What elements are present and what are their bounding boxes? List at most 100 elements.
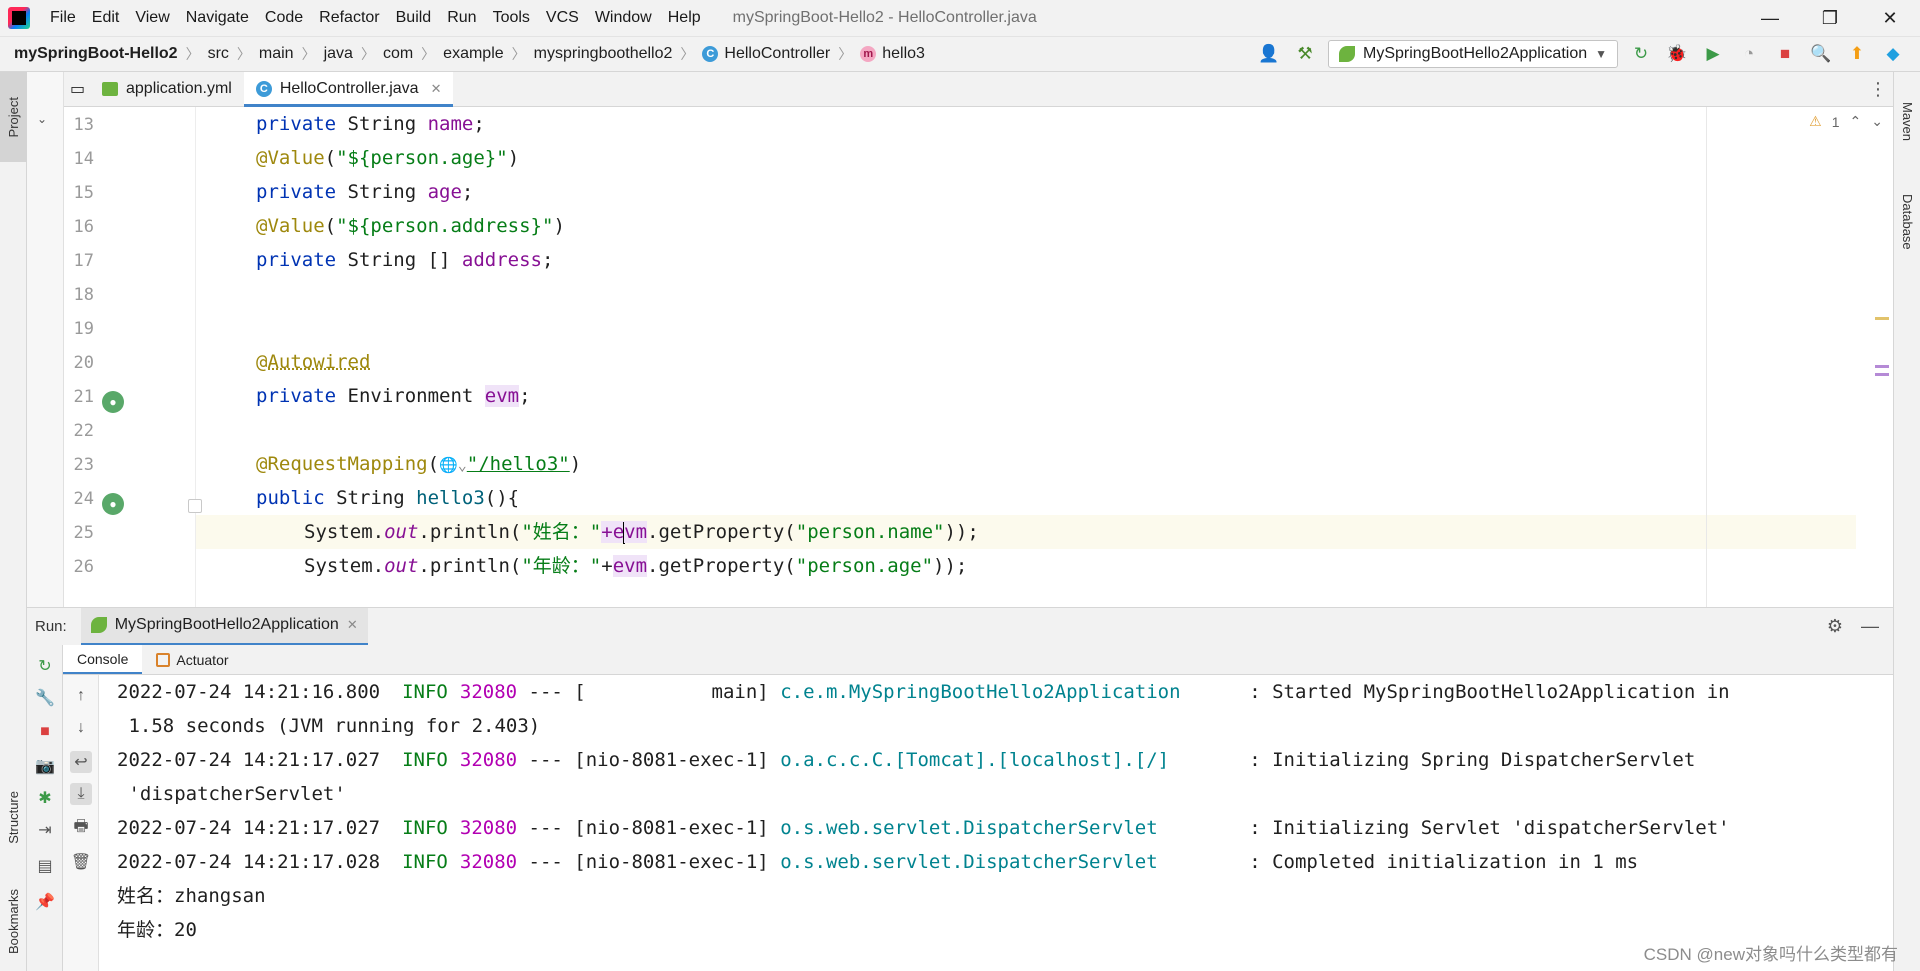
toolbar-right: 👤 ⚒ MySpringBootHello2Application ▼ ↻ 🐞 … (1256, 40, 1920, 68)
spring-boot-icon (1338, 46, 1355, 62)
update-icon[interactable]: ⬆ (1844, 41, 1870, 67)
menu-build[interactable]: Build (388, 9, 440, 27)
window-title: mySpringBoot-Hello2 - HelloController.ja… (732, 9, 1037, 26)
error-stripe-mark[interactable] (1875, 373, 1889, 376)
restore-icon[interactable]: ❐ (1800, 0, 1860, 36)
breadcrumb-example[interactable]: example (443, 45, 503, 63)
tab-console[interactable]: Console (63, 645, 143, 674)
actuator-tab-label: Actuator (176, 651, 229, 668)
line-number: 23 (73, 455, 94, 475)
tab-application-yml[interactable]: application.yml (90, 72, 244, 106)
code-line-26: System.out.println("年龄："+evm.getProperty… (304, 555, 968, 577)
maven-tool-tab[interactable]: Maven (1894, 82, 1920, 162)
profiler-icon[interactable]: ◔ (1736, 41, 1762, 67)
editor-tab-bar: ▭ application.yml C HelloController.java… (64, 72, 1893, 107)
build-hammer-icon[interactable]: ⚒ (1292, 41, 1318, 67)
arrow-down-icon[interactable]: ↓ (70, 717, 92, 739)
jetbrains-toolbox-icon[interactable]: ◆ (1880, 41, 1906, 67)
login-icon[interactable]: ⇥ (34, 819, 56, 841)
arrow-up-icon[interactable]: ↑ (70, 685, 92, 707)
right-tool-window-strip: Maven Database (1893, 72, 1920, 971)
log-line: 2022-07-24 14:21:17.028 INFO 32080 --- [ni… (117, 851, 1639, 873)
bookmarks-tool-tab[interactable]: Bookmarks (0, 872, 27, 971)
menu-edit[interactable]: Edit (84, 9, 128, 27)
tab-label: HelloController.java (279, 80, 419, 97)
tab-hellocontroller-java[interactable]: C HelloController.java ✕ (243, 72, 454, 107)
search-icon[interactable]: 🔍 (1808, 41, 1834, 67)
scroll-to-end-icon[interactable]: ⤓ (70, 783, 92, 805)
project-tool-tab[interactable]: Project (0, 72, 27, 162)
breadcrumb-method[interactable]: m hello3 (860, 45, 925, 63)
stop-icon[interactable]: ■ (34, 721, 56, 743)
menu-navigate[interactable]: Navigate (178, 9, 257, 27)
code-line-24: public String hello3(){ (256, 487, 520, 509)
line-number: 16 (73, 217, 94, 237)
breadcrumb-package[interactable]: myspringboothello2 (534, 45, 673, 63)
stop-icon[interactable]: ■ (1772, 41, 1798, 67)
breadcrumb-main[interactable]: main (259, 45, 294, 63)
close-tab-icon[interactable]: ✕ (431, 81, 442, 97)
trash-icon[interactable]: 🗑 (70, 851, 92, 873)
debug-icon[interactable]: ✱ (34, 787, 56, 809)
previous-highlight-icon[interactable]: ⌃ (1850, 113, 1862, 130)
soft-wrap-icon[interactable]: ↩ (70, 751, 92, 773)
code-line-21: private Environment evm; (256, 385, 531, 407)
breadcrumb-class[interactable]: C HelloController (702, 45, 830, 63)
menu-code[interactable]: Code (257, 9, 311, 27)
more-options-icon[interactable]: ⋮ (1863, 72, 1893, 106)
menu-view[interactable]: View (127, 9, 177, 27)
tab-actuator[interactable]: Actuator (142, 645, 242, 674)
request-mapping-icon[interactable]: ● (102, 493, 124, 515)
error-stripe-mark[interactable] (1875, 365, 1889, 368)
print-icon[interactable]: 🖶 (70, 817, 92, 839)
code-line-25: System.out.println("姓名："+evm.getProperty… (196, 515, 1856, 549)
inspection-widget[interactable]: ⚠ 1 ⌃ ⌄ (1809, 113, 1883, 130)
user-icon[interactable]: 👤 (1256, 41, 1282, 67)
code-editor[interactable]: 13 14 15 16 17 18 19 20 21 22 23 24 25 2… (64, 107, 1893, 607)
breadcrumb-project[interactable]: mySpringBoot-Hello2 (14, 45, 178, 63)
run-configuration-label: MySpringBootHello2Application (1362, 45, 1588, 62)
gear-icon[interactable]: ⚙ (1827, 616, 1843, 637)
layout-icon[interactable]: ▤ (34, 855, 56, 877)
chevron-right-icon: 〉 (838, 46, 853, 62)
menu-file[interactable]: File (42, 9, 84, 27)
hide-panel-icon[interactable]: — (1861, 616, 1879, 637)
csdn-watermark: CSDN @new对象吗什么类型都有 (1643, 945, 1898, 964)
camera-icon[interactable]: 📷 (34, 755, 56, 777)
log-line-continuation: 'dispatcherServlet' (117, 783, 346, 805)
close-tab-icon[interactable]: ✕ (347, 617, 358, 633)
error-stripe-mark[interactable] (1875, 317, 1889, 320)
console-output[interactable]: 2022-07-24 14:21:16.800 INFO 32080 --- [ m… (99, 675, 1893, 971)
debug-bug-icon[interactable]: 🐞 (1664, 41, 1690, 67)
spring-boot-icon (90, 617, 107, 633)
pin-icon[interactable]: 📌 (34, 891, 56, 913)
menu-run[interactable]: Run (439, 9, 484, 27)
minimize-icon[interactable]: — (1740, 0, 1800, 36)
run-configuration-select[interactable]: MySpringBootHello2Application ▼ (1327, 40, 1618, 68)
breadcrumb-com[interactable]: com (383, 45, 413, 63)
collapse-chevron-icon[interactable]: ⌄ (37, 112, 47, 126)
menu-vcs[interactable]: VCS (538, 9, 587, 27)
database-tool-tab[interactable]: Database (1894, 172, 1920, 272)
structure-tool-tab[interactable]: Structure (0, 762, 27, 872)
breadcrumb-src[interactable]: src (208, 45, 229, 63)
rerun-icon[interactable]: ↻ (1628, 41, 1654, 67)
wrench-icon[interactable]: 🔧 (34, 687, 56, 709)
window-controls: — ❐ ✕ (1740, 0, 1920, 36)
run-tab-application[interactable]: MySpringBootHello2Application ✕ (80, 607, 368, 646)
close-window-icon[interactable]: ✕ (1860, 0, 1920, 36)
menu-tools[interactable]: Tools (485, 9, 538, 27)
editor-layout-icon[interactable]: ▭ (64, 72, 90, 106)
breadcrumb-java[interactable]: java (324, 45, 353, 63)
menu-help[interactable]: Help (660, 9, 709, 27)
run-coverage-icon[interactable]: ▶ (1700, 41, 1726, 67)
menu-refactor[interactable]: Refactor (311, 9, 387, 27)
rerun-icon[interactable]: ↻ (34, 655, 56, 677)
line-number: 19 (73, 319, 94, 339)
web-globe-icon[interactable]: 🌐⌄ (439, 456, 467, 474)
autowired-bean-icon[interactable]: ● (102, 391, 124, 413)
menu-window[interactable]: Window (587, 9, 660, 27)
next-highlight-icon[interactable]: ⌄ (1871, 113, 1883, 130)
code-area[interactable]: private String name; @Value("${person.ag… (196, 107, 1856, 607)
actuator-icon (156, 652, 171, 667)
